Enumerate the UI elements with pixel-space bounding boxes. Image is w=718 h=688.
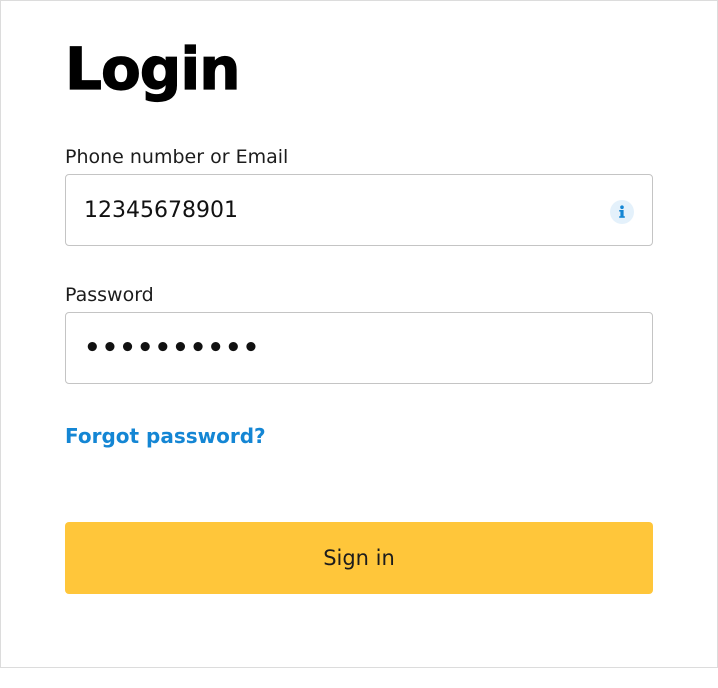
phone-email-label: Phone number or Email	[65, 146, 289, 168]
forgot-password-link[interactable]: Forgot password?	[65, 423, 266, 449]
login-card: Login Phone number or Email Password For…	[0, 0, 718, 668]
page-title: Login	[64, 34, 241, 103]
password-label: Password	[65, 284, 154, 306]
phone-email-field-container	[65, 174, 653, 246]
sign-in-button[interactable]: Sign in	[65, 522, 653, 594]
phone-email-input[interactable]	[84, 175, 604, 245]
info-icon[interactable]	[610, 200, 634, 224]
password-input[interactable]	[84, 313, 604, 383]
password-field-container	[65, 312, 653, 384]
